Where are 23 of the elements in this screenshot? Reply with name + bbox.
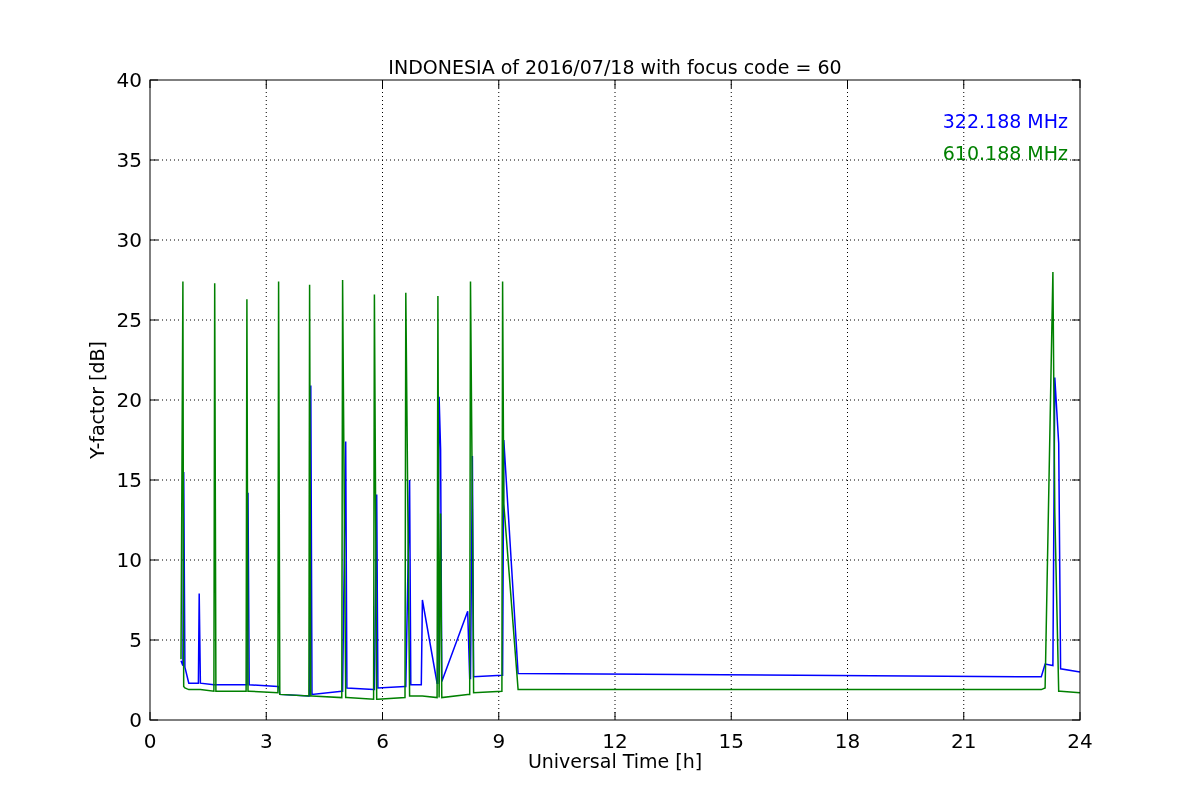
- y-tick-label: 5: [129, 628, 142, 652]
- x-tick-label: 24: [1067, 729, 1093, 753]
- y-tick-label: 0: [129, 708, 142, 732]
- legend-label: 322.188 MHz: [942, 110, 1068, 132]
- y-tick-label: 25: [116, 308, 142, 332]
- x-tick-label: 15: [718, 729, 744, 753]
- y-tick-label: 15: [116, 468, 142, 492]
- legend-label: 610.188 MHz: [942, 142, 1068, 164]
- y-tick-label: 10: [116, 548, 142, 572]
- y-tick-label: 35: [116, 148, 142, 172]
- y-axis-label: Y-factor [dB]: [86, 341, 108, 459]
- x-tick-label: 3: [259, 729, 273, 753]
- x-tick-label: 18: [834, 729, 861, 753]
- x-axis-label: Universal Time [h]: [527, 750, 703, 772]
- y-tick-label: 40: [116, 68, 142, 92]
- x-tick-label: 0: [143, 729, 157, 753]
- y-tick-label: 20: [116, 388, 142, 412]
- chart-title: INDONESIA of 2016/07/18 with focus code = 60: [388, 56, 842, 78]
- y-tick-label: 30: [116, 228, 142, 252]
- x-tick-label: 6: [376, 729, 389, 753]
- x-tick-label: 9: [492, 729, 506, 753]
- x-tick-label: 12: [602, 729, 628, 753]
- x-tick-label: 21: [951, 729, 977, 753]
